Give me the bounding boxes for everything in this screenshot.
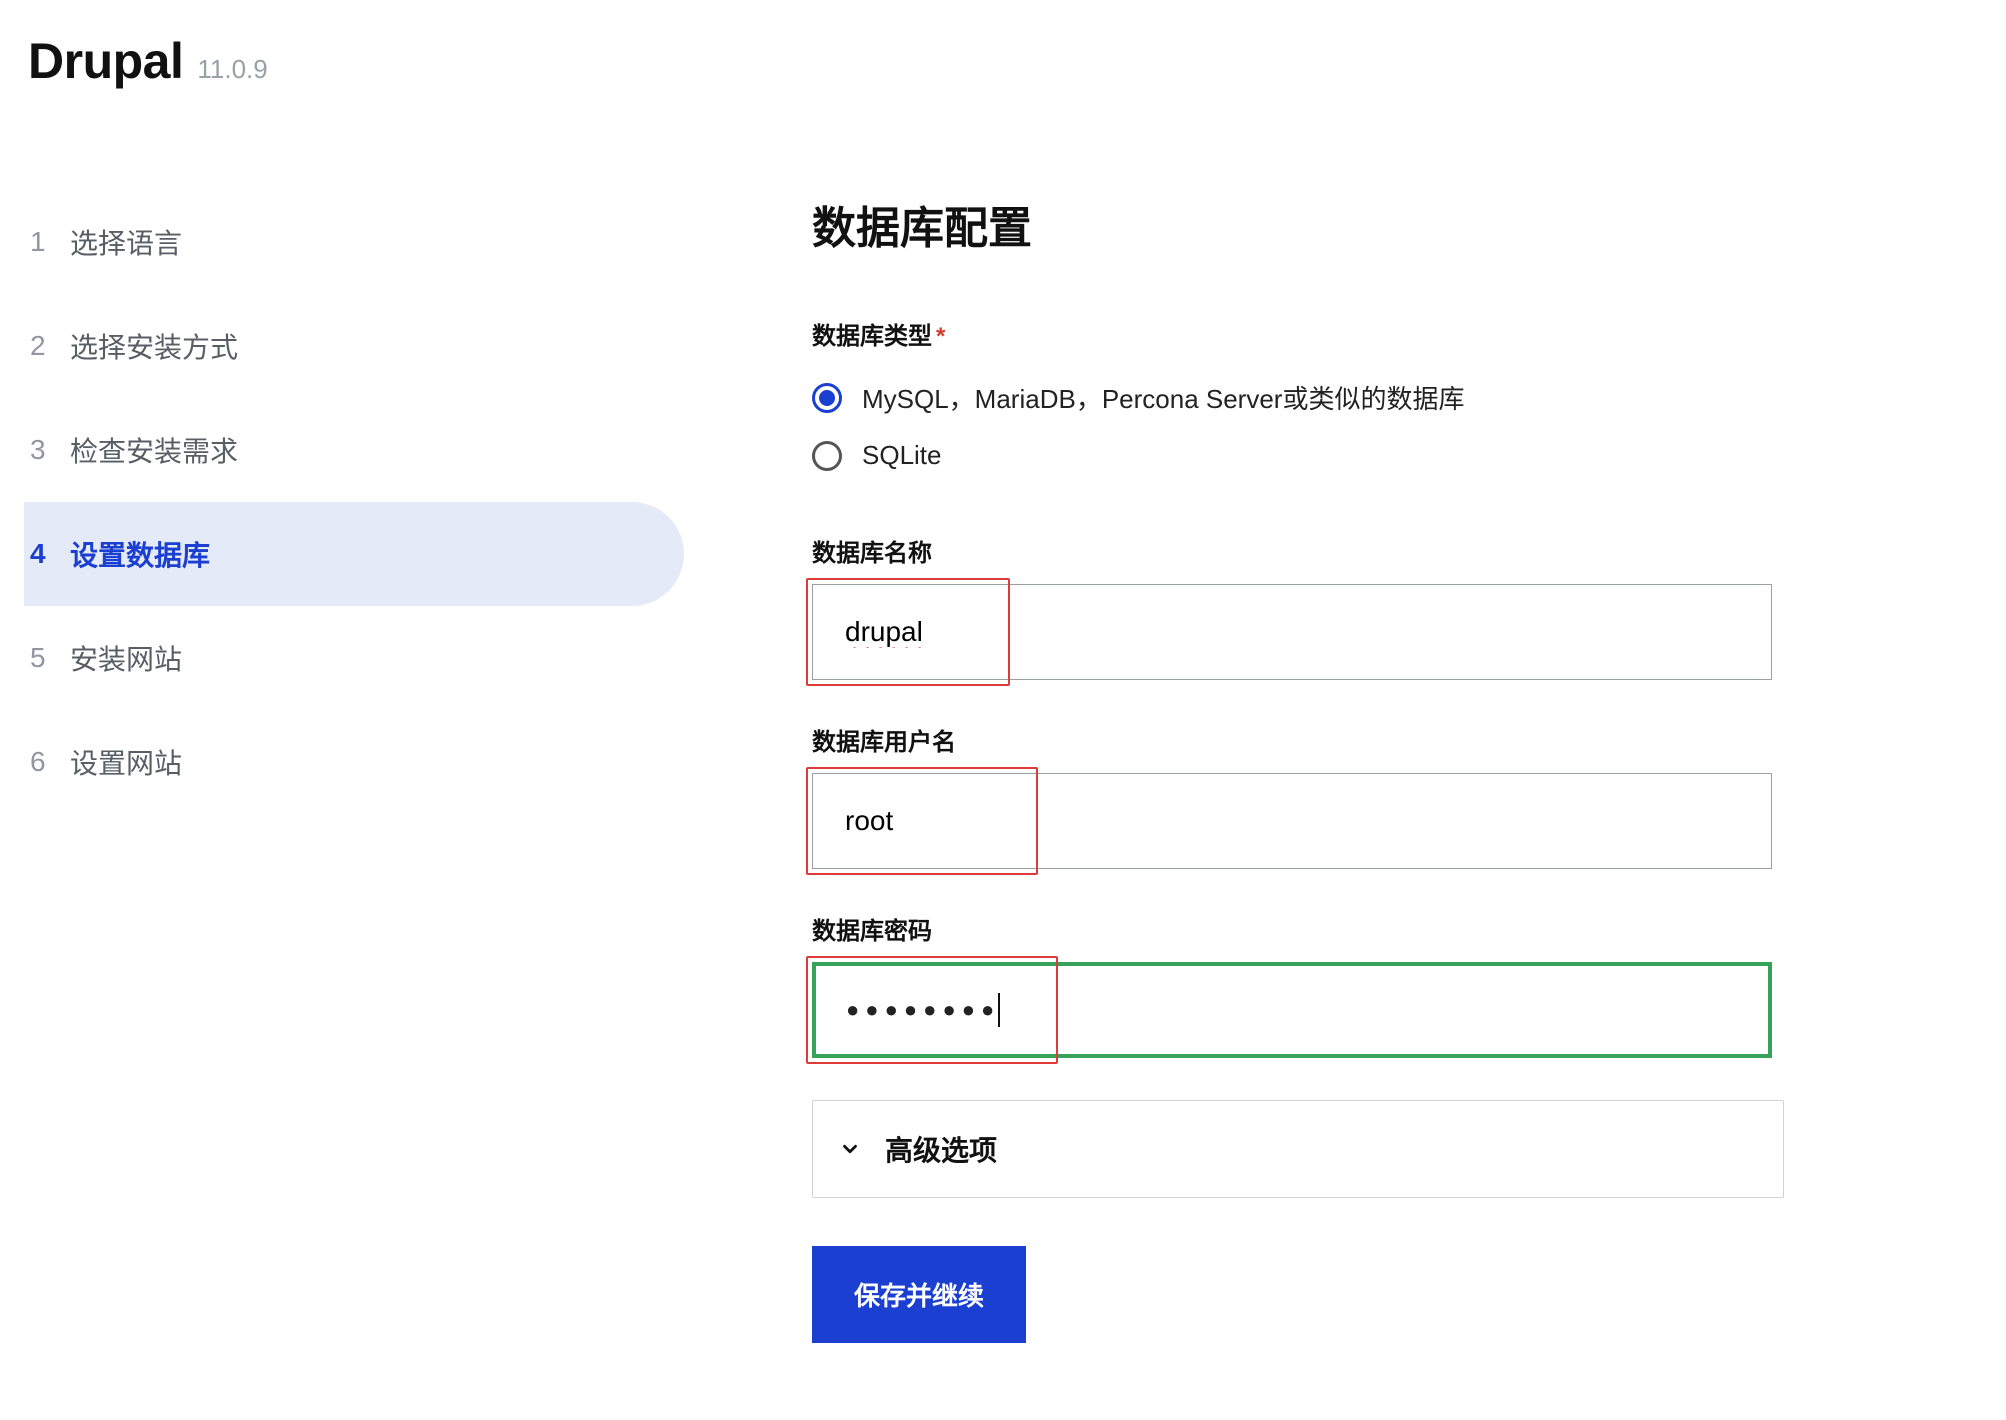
step-choose-language: 1 选择语言: [24, 190, 704, 294]
brand-version: 11.0.9: [197, 54, 267, 85]
step-choose-profile: 2 选择安装方式: [24, 294, 704, 398]
db-type-option-mysql[interactable]: MySQL，MariaDB，Percona Server或类似的数据库: [812, 367, 1784, 428]
install-steps: 1 选择语言 2 选择安装方式 3 检查安装需求 4 设置数据库 5 安装网站 …: [24, 190, 704, 814]
step-label: 选择语言: [70, 222, 182, 262]
radio-icon: [812, 441, 842, 471]
step-label: 安装网站: [70, 638, 182, 678]
step-setup-database: 4 设置数据库: [24, 502, 684, 606]
step-number: 4: [30, 538, 70, 570]
step-number: 6: [30, 746, 70, 778]
required-marker: *: [936, 323, 945, 350]
page-title: 数据库配置: [812, 192, 1784, 256]
step-label: 设置网站: [70, 742, 182, 782]
radio-icon: [812, 383, 842, 413]
main-content: 数据库配置 数据库类型* MySQL，MariaDB，Percona Serve…: [704, 32, 1784, 1343]
step-number: 3: [30, 434, 70, 466]
radio-label: SQLite: [862, 440, 942, 471]
chevron-down-icon: [839, 1138, 861, 1160]
db-pass-input[interactable]: ●●●●●●●●: [812, 962, 1772, 1058]
db-type-radio-group: MySQL，MariaDB，Percona Server或类似的数据库 SQLi…: [812, 367, 1784, 483]
step-number: 1: [30, 226, 70, 258]
step-label: 检查安装需求: [70, 430, 238, 470]
db-user-input[interactable]: [812, 773, 1772, 869]
db-type-label-text: 数据库类型: [812, 323, 932, 350]
step-verify-requirements: 3 检查安装需求: [24, 398, 704, 502]
db-pass-label: 数据库密码: [812, 911, 1784, 946]
step-install-site: 5 安装网站: [24, 606, 704, 710]
db-type-field: 数据库类型* MySQL，MariaDB，Percona Server或类似的数…: [812, 316, 1784, 483]
step-label: 设置数据库: [70, 534, 210, 574]
advanced-options-toggle[interactable]: 高级选项: [812, 1100, 1784, 1198]
radio-label: MySQL，MariaDB，Percona Server或类似的数据库: [862, 379, 1464, 416]
save-continue-button[interactable]: 保存并继续: [812, 1246, 1026, 1343]
db-pass-field: 数据库密码 ●●●●●●●●: [812, 911, 1784, 1058]
brand: Drupal 11.0.9: [24, 32, 704, 90]
db-name-field: 数据库名称: [812, 533, 1784, 680]
text-caret: [998, 993, 1000, 1027]
password-masked-value: ●●●●●●●●: [846, 997, 1000, 1023]
brand-name: Drupal: [28, 32, 183, 90]
install-sidebar: Drupal 11.0.9 1 选择语言 2 选择安装方式 3 检查安装需求 4…: [24, 32, 704, 1343]
step-number: 5: [30, 642, 70, 674]
db-type-label: 数据库类型*: [812, 316, 1784, 351]
step-label: 选择安装方式: [70, 326, 238, 366]
db-user-field: 数据库用户名: [812, 722, 1784, 869]
step-configure-site: 6 设置网站: [24, 710, 704, 814]
db-user-label: 数据库用户名: [812, 722, 1784, 757]
step-number: 2: [30, 330, 70, 362]
db-name-label: 数据库名称: [812, 533, 1784, 568]
advanced-options-label: 高级选项: [885, 1129, 997, 1169]
db-name-input[interactable]: [812, 584, 1772, 680]
db-type-option-sqlite[interactable]: SQLite: [812, 428, 1784, 483]
